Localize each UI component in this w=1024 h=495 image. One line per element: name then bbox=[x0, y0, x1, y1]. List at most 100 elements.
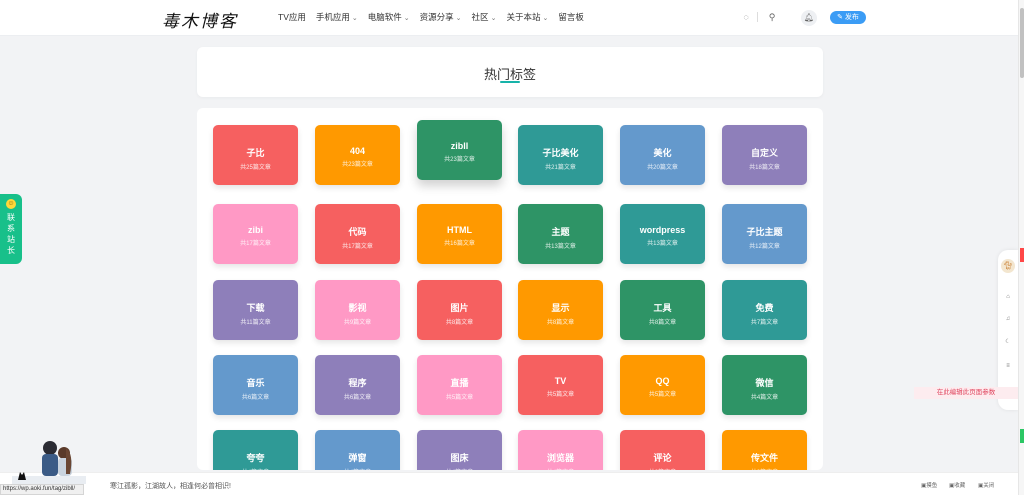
tag-article-count: 共17篇文章 bbox=[240, 241, 271, 247]
tag-card[interactable]: 下载 共11篇文章 bbox=[213, 280, 298, 340]
nav-item[interactable]: 电脑软件 ⌄ bbox=[368, 11, 410, 23]
tag-card[interactable]: zibi 共17篇文章 bbox=[213, 204, 298, 264]
tag-name: 下载 bbox=[246, 303, 265, 313]
tag-card[interactable]: 免费共7篇文章 bbox=[722, 280, 807, 340]
moon-icon[interactable]: ☾ bbox=[1004, 338, 1012, 346]
tag-article-count: 共21篇文章 bbox=[545, 165, 576, 171]
tag-card[interactable]: 程序共6篇文章 bbox=[315, 355, 400, 415]
tag-card[interactable]: 微信 共4篇文章 bbox=[722, 355, 807, 415]
tag-card[interactable]: 404 共23篇文章 bbox=[315, 125, 400, 185]
tag-card[interactable]: 美化 共20篇文章 bbox=[620, 125, 705, 185]
tag-card[interactable]: 显示 共8篇文章 bbox=[518, 280, 603, 340]
tag-card[interactable]: TV 共5篇文章 bbox=[518, 355, 603, 415]
nav-item[interactable]: 社区 ⌄ bbox=[472, 11, 497, 23]
headset-icon[interactable]: ♫ bbox=[1004, 315, 1012, 323]
tag-card[interactable]: QQ 共5篇文章 bbox=[620, 355, 705, 415]
tag-card[interactable]: 浏览器共4篇文章 bbox=[518, 430, 603, 470]
tag-card[interactable]: zibll 共23篇文章 bbox=[417, 120, 502, 180]
scroll-marker-green bbox=[1020, 429, 1024, 443]
smile-icon: ☺ bbox=[6, 199, 16, 209]
tag-card[interactable]: 图片共8篇文章 bbox=[417, 280, 502, 340]
tag-name: 音乐 bbox=[246, 378, 265, 388]
nav-item[interactable]: 资源分享 ⌄ bbox=[420, 11, 462, 23]
tag-name: 显示 bbox=[551, 303, 570, 313]
tag-name: 程序 bbox=[348, 378, 367, 388]
tag-article-count: 共6篇文章 bbox=[343, 395, 372, 401]
tag-article-count: 共4篇文章 bbox=[213, 467, 298, 470]
tags-grid: 子比 共25篇文章 404 共23篇文章 zibll 共23篇文章 子比美化 共21篇文章 美化… bbox=[197, 108, 823, 470]
nav-item-label: 资源分享 bbox=[419, 12, 454, 22]
chevron-down-icon: ⌄ bbox=[403, 15, 410, 22]
tag-article-count: 共18篇文章 bbox=[749, 165, 780, 171]
tag-name: 免费 bbox=[755, 303, 774, 313]
tag-card[interactable]: 直播 共5篇文章 bbox=[417, 355, 502, 415]
tag-name: TV bbox=[554, 376, 567, 386]
tag-card[interactable]: 夸夸共4篇文章 bbox=[213, 430, 298, 470]
tag-name: zibll bbox=[450, 141, 469, 151]
floating-toolbar: 🐈︎ ⌂ ♫ ☾ ≡ ⚙ bbox=[998, 250, 1018, 410]
chevron-down-icon: ⌄ bbox=[351, 15, 358, 22]
tag-name: 子比 bbox=[246, 148, 265, 158]
tag-name: 图片 bbox=[450, 303, 469, 313]
site-logo[interactable]: 毒木博客 bbox=[162, 7, 238, 32]
search-icon[interactable]: ⚲ bbox=[766, 11, 778, 23]
tag-article-count: 共9篇文章 bbox=[343, 320, 372, 326]
title-underline bbox=[500, 81, 520, 83]
tag-card[interactable]: 评论共3篇文章 bbox=[620, 430, 705, 470]
tag-name: 微信 bbox=[755, 378, 774, 388]
menu-icon[interactable]: ≡ bbox=[1004, 362, 1012, 370]
nav-item-label: 手机应用 bbox=[315, 12, 350, 22]
tag-card[interactable]: 音乐 共6篇文章 bbox=[213, 355, 298, 415]
nav-item[interactable]: 留言板 bbox=[558, 11, 584, 23]
nav-item[interactable]: TV应用 bbox=[278, 11, 306, 23]
publish-button[interactable]: ✎ 发布 bbox=[830, 11, 866, 24]
header-divider bbox=[757, 12, 758, 22]
cat-avatar-icon[interactable]: 🐈︎ bbox=[1001, 259, 1015, 273]
theme-toggle-icon[interactable]: ◌ bbox=[740, 11, 752, 23]
couple-illustration bbox=[12, 441, 86, 484]
nav-item-label: 留言板 bbox=[558, 12, 584, 22]
tag-name: 子比主题 bbox=[746, 227, 783, 237]
notification-bell-icon[interactable]: 🔔︎ bbox=[801, 10, 817, 26]
tag-card[interactable]: 影视 共9篇文章 bbox=[315, 280, 400, 340]
tag-article-count: 共8篇文章 bbox=[648, 320, 677, 326]
home-icon[interactable]: ⌂ bbox=[1004, 293, 1012, 301]
tag-article-count: 共23篇文章 bbox=[444, 157, 475, 163]
tag-card[interactable]: HTML 共16篇文章 bbox=[417, 204, 502, 264]
favorite-action[interactable]: ▣收藏 bbox=[949, 481, 965, 489]
page-title-card: 热门标签 bbox=[197, 47, 823, 97]
tag-card[interactable]: 自定义 共18篇文章 bbox=[722, 125, 807, 185]
tag-card[interactable]: 代码 共17篇文章 bbox=[315, 204, 400, 264]
fish-action[interactable]: ▣摸鱼 bbox=[921, 481, 937, 489]
scrollbar-thumb[interactable] bbox=[1020, 8, 1024, 78]
tag-article-count: 共5篇文章 bbox=[546, 392, 575, 398]
tag-card[interactable]: wordpress 共13篇文章 bbox=[620, 204, 705, 264]
nav-item-label: TV应用 bbox=[278, 12, 306, 22]
nav-item[interactable]: 关于本站 ⌄ bbox=[506, 11, 548, 23]
nav-item[interactable]: 手机应用 ⌄ bbox=[316, 11, 358, 23]
tag-card[interactable]: 子比美化 共21篇文章 bbox=[518, 125, 603, 185]
status-url: https://wp.aoki.fun/tag/zibll/ bbox=[0, 484, 84, 495]
tag-name: 浏览器 bbox=[546, 453, 574, 463]
tag-article-count: 共12篇文章 bbox=[749, 244, 780, 250]
tag-card[interactable]: 主题 共13篇文章 bbox=[518, 204, 603, 264]
tag-article-count: 共8篇文章 bbox=[445, 320, 474, 326]
tag-article-count: 共17篇文章 bbox=[342, 244, 373, 250]
chevron-down-icon: ⌄ bbox=[490, 15, 497, 22]
tag-card[interactable]: 弹窗共4篇文章 bbox=[315, 430, 400, 470]
tag-card[interactable]: 传文件共3篇文章 bbox=[722, 430, 807, 470]
nav-item-label: 关于本站 bbox=[506, 12, 541, 22]
tag-name: 弹窗 bbox=[348, 453, 367, 463]
tag-name: 404 bbox=[349, 146, 366, 156]
tag-card[interactable]: 子比主题共12篇文章 bbox=[722, 204, 807, 264]
contact-admin-widget[interactable]: ☺ 联系站长 bbox=[0, 194, 22, 264]
tag-article-count: 共3篇文章 bbox=[722, 467, 807, 470]
edit-page-hint[interactable]: 在此编辑此页面参数 bbox=[914, 387, 1018, 399]
footer-quote: 寒江孤影，江湖故人，相逢何必曾相识! bbox=[110, 483, 231, 490]
tag-card[interactable]: 图床共4篇文章 bbox=[417, 430, 502, 470]
tag-article-count: 共7篇文章 bbox=[750, 320, 779, 326]
tag-card[interactable]: 工具 共8篇文章 bbox=[620, 280, 705, 340]
tag-article-count: 共5篇文章 bbox=[648, 392, 677, 398]
close-action[interactable]: ▣关闭 bbox=[978, 481, 994, 489]
tag-card[interactable]: 子比 共25篇文章 bbox=[213, 125, 298, 185]
